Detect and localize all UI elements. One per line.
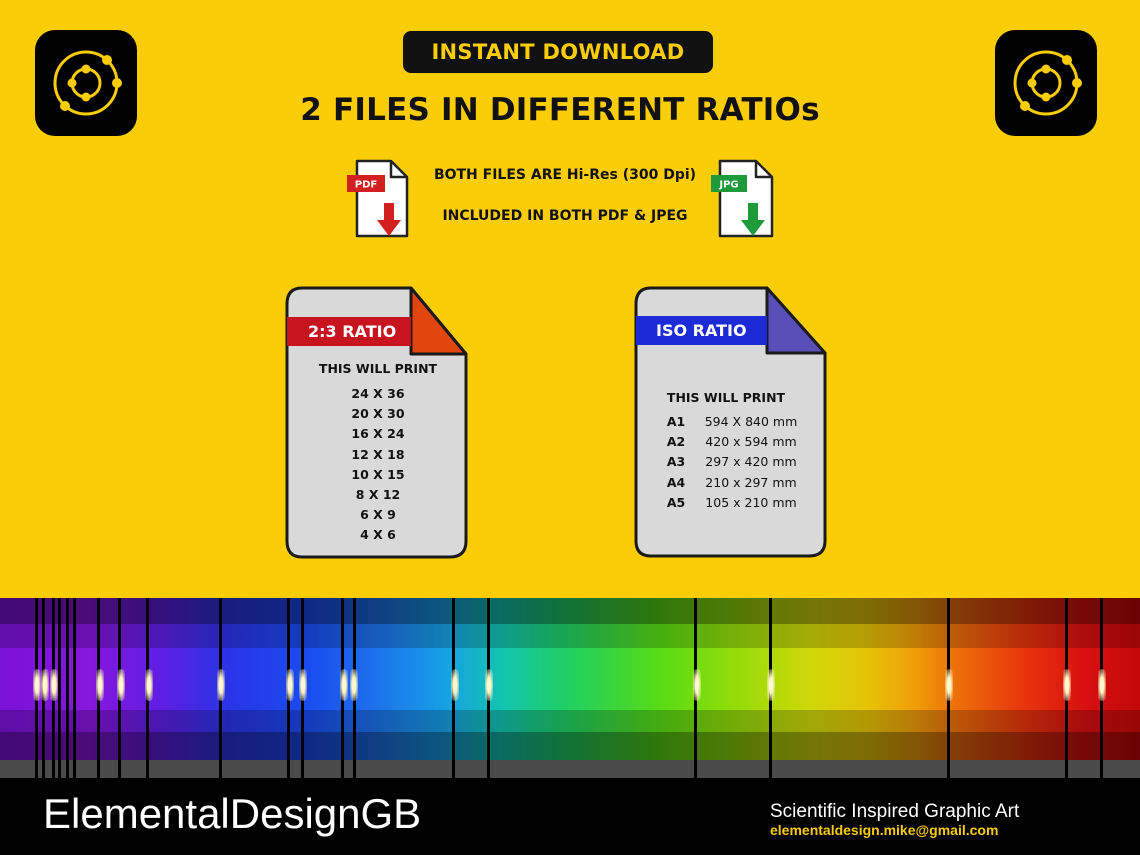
iso-code: A1 (666, 414, 686, 429)
emission-glow (50, 669, 58, 701)
iso-dimensions: 297 x 420 mm (705, 454, 797, 470)
product-listing-image: INSTANT DOWNLOAD 2 FILES IN DIFFERENT RA… (0, 0, 1140, 855)
format-info: INCLUDED IN BOTH PDF & JPEG (442, 208, 688, 224)
spectrum-shade (0, 624, 1140, 648)
print-subtitle: THIS WILL PRINT (666, 390, 786, 405)
print-size-item: 20 X 30 (351, 406, 405, 422)
emission-glow (767, 669, 775, 701)
iso-dimensions: 210 x 297 mm (705, 474, 797, 490)
yellow-panel (0, 0, 1140, 598)
iso-ratio-card: ISO RATIO THIS WILL PRINT A1 594 X 840 mm… (628, 283, 833, 563)
emission-glow (96, 669, 104, 701)
print-size-item: 6 X 9 (360, 507, 396, 523)
emission-glow (1098, 669, 1106, 701)
spectrum-band (0, 598, 1140, 778)
absorption-line (58, 598, 61, 778)
iso-size-list: A1 594 X 840 mm A2 420 x 594 mm A3 297 x 42… (658, 412, 808, 513)
absorption-line (73, 598, 76, 778)
spectrum-shade (0, 760, 1140, 778)
emission-glow (33, 669, 41, 701)
iso-dimensions: 105 x 210 mm (705, 494, 797, 510)
emission-glow (1063, 669, 1071, 701)
footer: ElementalDesignGB Scientific Inspired Gr… (0, 778, 1140, 855)
print-size-item: 10 X 15 (351, 466, 405, 482)
brand-name: ElementalDesignGB (43, 790, 422, 837)
emission-glow (217, 669, 225, 701)
atom-logo-svg (53, 50, 122, 116)
iso-size-item: A5 105 x 210 mm (658, 493, 808, 513)
print-size-list: 24 X 36 20 X 30 16 X 24 12 X 18 10 X 15 … (320, 384, 436, 546)
iso-size-item: A4 210 x 297 mm (658, 473, 808, 493)
pdf-label: PDF (355, 180, 377, 191)
atom-logo-icon (995, 30, 1097, 136)
resolution-info: BOTH FILES ARE Hi-Res (300 Dpi) (433, 167, 697, 183)
atom-logo-svg (1013, 50, 1082, 116)
emission-glow (145, 669, 153, 701)
iso-code: A4 (666, 474, 686, 490)
iso-code: A5 (666, 494, 686, 510)
emission-glow (41, 669, 49, 701)
print-size-item: 24 X 36 (351, 386, 405, 401)
emission-glow (693, 669, 701, 701)
ratio-tag: ISO RATIO (656, 321, 747, 340)
instant-download-badge: INSTANT DOWNLOAD (403, 31, 713, 73)
atom-logo-icon (35, 30, 137, 136)
emission-glow (299, 669, 307, 701)
emission-glow (117, 669, 125, 701)
emission-glow (340, 669, 348, 701)
absorption-line (66, 598, 69, 778)
iso-size-item: A2 420 x 594 mm (658, 432, 808, 452)
print-size-item: 16 X 24 (351, 426, 405, 442)
iso-code: A3 (666, 454, 686, 470)
print-size-item: 12 X 18 (351, 446, 405, 462)
print-subtitle: THIS WILL PRINT (318, 361, 438, 376)
emission-glow (485, 669, 493, 701)
emission-glow (945, 669, 953, 701)
print-size-item: 4 X 6 (360, 527, 396, 543)
iso-size-item: A1 594 X 840 mm (658, 412, 808, 432)
emission-glow (286, 669, 294, 701)
tagline: Scientific Inspired Graphic Art (770, 801, 1020, 822)
iso-code: A2 (666, 434, 686, 450)
iso-size-item: A3 297 x 420 mm (658, 452, 808, 472)
emission-glow (451, 669, 459, 701)
iso-dimensions: 594 X 840 mm (704, 414, 798, 429)
spectrum-shade (0, 598, 1140, 624)
emission-glow (350, 669, 358, 701)
contact-email: elementaldesign.mike@gmail.com (770, 822, 999, 838)
ratio-tag: 2:3 RATIO (308, 322, 397, 341)
ratio-2-3-card: 2:3 RATIO THIS WILL PRINT 24 X 36 20 X 3… (280, 283, 475, 563)
spectrum-shade (0, 710, 1140, 732)
print-size-item: 8 X 12 (355, 486, 401, 502)
page-title: 2 FILES IN DIFFERENT RATIOs (300, 92, 820, 128)
iso-dimensions: 420 x 594 mm (705, 434, 797, 450)
spectrum-shade (0, 732, 1140, 760)
